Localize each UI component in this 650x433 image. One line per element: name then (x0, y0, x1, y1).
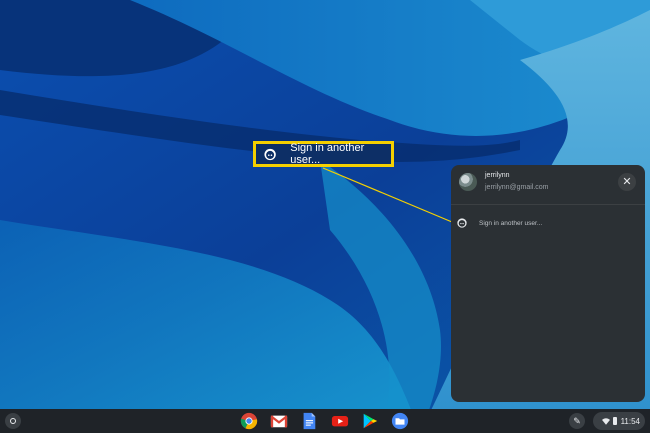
files-icon[interactable] (391, 412, 409, 430)
user-menu-header: jerrilynn jerrilynn@gmail.com ✕ (451, 165, 645, 205)
docs-icon[interactable] (300, 412, 318, 430)
user-name: jerrilynn (485, 172, 510, 179)
stylus-tools-button[interactable]: ✎ (569, 413, 585, 429)
user-add-icon (457, 218, 467, 228)
launcher-button[interactable] (5, 413, 21, 429)
youtube-icon[interactable] (331, 412, 349, 430)
close-icon: ✕ (622, 176, 632, 188)
wifi-icon (601, 417, 610, 425)
close-button[interactable]: ✕ (618, 173, 636, 191)
user-menu-panel: jerrilynn jerrilynn@gmail.com ✕ Sign in … (451, 165, 645, 402)
callout-label: Sign in another user... (290, 142, 365, 166)
sign-in-label: Sign in another user... (479, 219, 543, 227)
status-tray[interactable]: 11:54 (593, 412, 645, 430)
gmail-icon[interactable] (270, 412, 288, 430)
shelf: ✎ 11:54 (0, 409, 650, 433)
sign-in-callout: Sign in another user... (253, 141, 394, 167)
play-store-icon[interactable] (361, 412, 379, 430)
avatar[interactable] (459, 173, 477, 191)
user-add-icon (264, 148, 276, 160)
sign-in-another-user-button[interactable]: Sign in another user... (457, 216, 542, 230)
user-email: jerrilynn@gmail.com (485, 184, 549, 191)
battery-icon (612, 417, 617, 425)
chrome-icon[interactable] (240, 412, 258, 430)
pen-icon: ✎ (573, 416, 581, 426)
clock: 11:54 (620, 416, 640, 426)
launcher-icon (10, 418, 16, 424)
